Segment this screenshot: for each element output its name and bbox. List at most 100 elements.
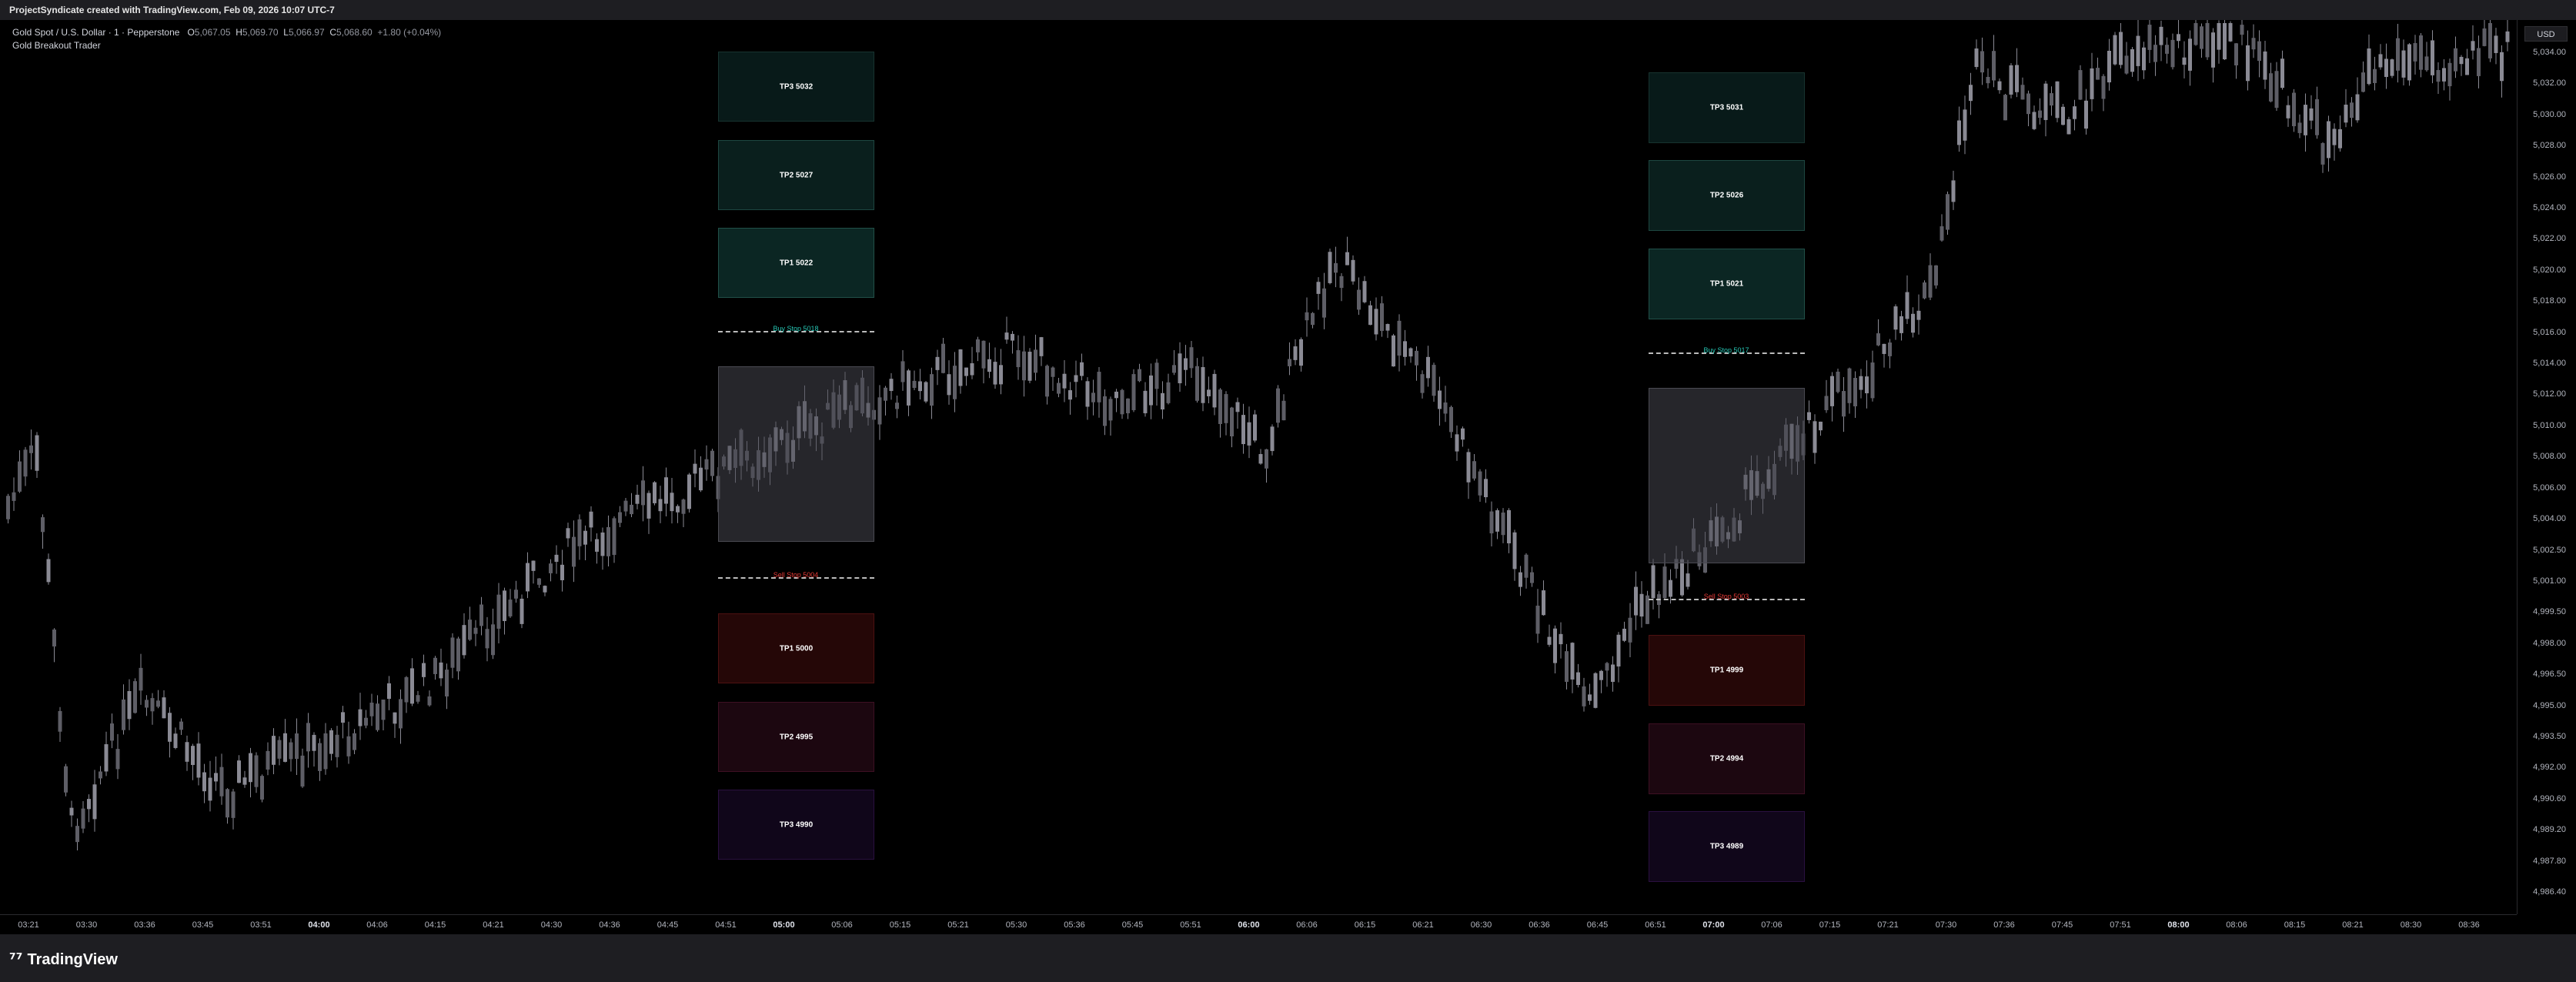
price-axis[interactable]: USD 5,034.00 5,032.00 5,030.00 5,028.00 5,02… <box>2517 20 2576 914</box>
candle-body <box>2020 85 2025 100</box>
price-tick-label: 4,996.50 <box>2533 670 2566 680</box>
time-tick-label: 06:51 <box>1645 920 1666 930</box>
candle-body <box>2061 106 2065 125</box>
candle-body <box>526 563 530 592</box>
candle-body <box>895 402 899 409</box>
candle-body <box>2355 94 2360 121</box>
candle-body <box>1091 392 1095 402</box>
time-axis[interactable]: 03:21 03:30 03:36 03:45 03:51 04:00 04:06 04:15… <box>0 914 2517 935</box>
candle-body <box>439 662 443 679</box>
candle-body <box>272 736 276 765</box>
candle-body <box>283 733 287 762</box>
currency-badge[interactable]: USD <box>2524 26 2568 42</box>
candle-body <box>1057 382 1061 394</box>
candle-body <box>1842 391 1846 417</box>
candle-body <box>2488 23 2492 58</box>
tradingview-logo[interactable]: ⁷⁷ TradingView <box>9 950 118 969</box>
candle-body <box>12 492 16 501</box>
time-tick-label: 03:51 <box>250 920 272 930</box>
candle-body <box>549 563 553 573</box>
symbol-legend[interactable]: Gold Spot / U.S. Dollar · 1 · Pepperston… <box>12 27 441 38</box>
candle-body <box>1980 51 1984 73</box>
candle-body <box>1969 85 1973 102</box>
time-tick-label: 04:45 <box>657 920 679 930</box>
candle-body <box>185 742 189 762</box>
candle-body <box>1120 389 1124 415</box>
candle-body <box>1443 402 1448 414</box>
price-tick-label: 4,989.20 <box>2533 825 2566 835</box>
candle-body <box>554 554 559 563</box>
candle-body <box>1403 341 1407 357</box>
candle-body <box>69 807 74 816</box>
time-tick-label: 06:45 <box>1586 920 1609 930</box>
symbol-name[interactable]: Gold Spot / U.S. Dollar · 1 · Pepperston… <box>12 27 179 38</box>
candle-body <box>2211 32 2215 68</box>
candle-body <box>1034 349 1037 373</box>
time-tick-label: 03:30 <box>75 920 98 930</box>
candle-body <box>208 777 212 801</box>
left-sell-stop-label: Sell Stop 5004 <box>773 571 819 579</box>
candle-body <box>1870 362 1875 399</box>
candle-body <box>993 362 997 385</box>
candle-body <box>2454 48 2457 72</box>
candle-body <box>1415 350 1418 366</box>
candle-body <box>2170 39 2175 68</box>
candle-body <box>115 749 120 770</box>
candle-body <box>41 517 45 533</box>
candle-body <box>2338 129 2342 149</box>
left-tp1-buy-label: TP1 5022 <box>779 259 814 267</box>
candle-body <box>376 703 379 730</box>
candle-body <box>537 578 541 585</box>
candle-body <box>2205 23 2210 58</box>
candle-body <box>2153 45 2157 62</box>
low-label: L <box>283 27 289 38</box>
candle-body <box>35 435 39 471</box>
price-tick-label: 5,032.00 <box>2533 78 2566 89</box>
candle-body <box>1270 426 1275 452</box>
right-tp3-buy-zone: TP3 5031 <box>1649 72 1805 143</box>
price-tick-label: 5,014.00 <box>2533 359 2566 369</box>
right-buy-stop-label: Buy Stop 5017 <box>1703 346 1749 354</box>
candle-body <box>970 362 974 376</box>
candle-body <box>572 536 576 567</box>
candle-body <box>404 676 409 703</box>
candle-body <box>2459 56 2464 65</box>
close-value: 5,068.60 <box>336 27 373 38</box>
candle-body <box>1997 81 2002 91</box>
candle-body <box>249 753 252 783</box>
candle-body <box>1380 303 1384 331</box>
chart-area[interactable]: TP3 5032 TP2 5027 TP1 5022 Buy Stop 5018… <box>0 20 2517 914</box>
candle-body <box>416 695 420 702</box>
candle-body <box>1085 381 1090 407</box>
candle-body <box>2038 110 2042 119</box>
indicator-legend[interactable]: Gold Breakout Trader <box>12 40 101 51</box>
candle-body <box>941 343 945 373</box>
candle-body <box>1616 634 1621 667</box>
time-tick-label: 04:36 <box>599 920 620 930</box>
right-tp1-sell-zone: TP1 4999 <box>1649 635 1805 706</box>
right-tp2-sell-zone: TP2 4994 <box>1649 723 1805 794</box>
right-tp1-buy-zone: TP1 5021 <box>1649 249 1805 319</box>
candle-body <box>2442 68 2446 82</box>
candle-body <box>52 630 56 647</box>
candle-body <box>450 637 455 668</box>
left-buy-stop-label: Buy Stop 5018 <box>773 325 819 332</box>
candle-body <box>1489 511 1494 534</box>
candle-body <box>877 397 882 425</box>
candle-body <box>1588 694 1592 701</box>
candle-body <box>1051 367 1055 377</box>
candle-body <box>1143 390 1148 413</box>
candle-body <box>1847 368 1852 403</box>
candle-body <box>964 367 968 376</box>
candle-body <box>1212 373 1217 408</box>
candle-body <box>2292 92 2296 127</box>
candle-body <box>393 712 397 724</box>
price-tick-label: 4,999.50 <box>2533 607 2566 617</box>
candle-body <box>168 713 172 742</box>
candle-body <box>543 586 547 593</box>
price-tick-label: 5,012.00 <box>2533 389 2566 399</box>
candle-body <box>2274 71 2279 109</box>
candle-body <box>1876 333 1880 346</box>
candle-body <box>566 528 570 539</box>
candle-body <box>127 690 132 720</box>
